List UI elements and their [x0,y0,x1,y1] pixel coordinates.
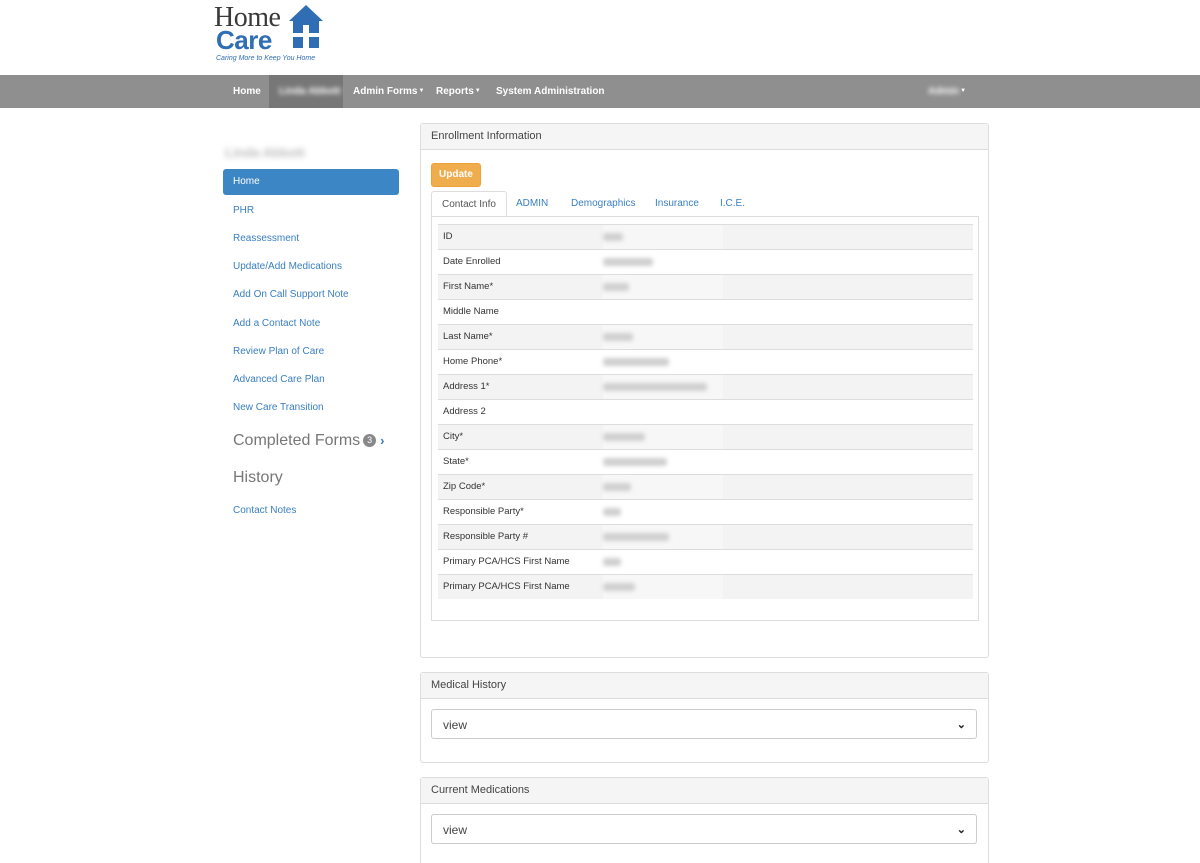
nav-admin-forms-label: Admin Forms [353,86,418,98]
table-row: City* [438,424,973,449]
field-label: Zip Code* [443,481,486,492]
medical-history-select[interactable]: view ⌄ [431,709,977,739]
field-value [603,300,723,324]
brand-logo[interactable]: Home Care Caring More to Keep You Home [214,4,334,66]
sidebar-item-care-transition[interactable]: New Care Transition [223,395,399,421]
current-medications-panel: Current Medications view ⌄ [420,777,989,863]
field-value [603,225,723,249]
sidebar-item-contact-notes[interactable]: Contact Notes [223,498,399,524]
field-value [603,475,723,499]
field-value [603,350,723,374]
sidebar-item-plan-of-care[interactable]: Review Plan of Care [223,339,399,365]
main-navbar: Home Linda Abbott Admin Forms▼ Reports▼ … [0,75,1200,108]
sidebar-item-advanced-care-plan[interactable]: Advanced Care Plan [223,367,399,393]
field-value [603,500,723,524]
field-value [603,250,723,274]
field-label: Address 2 [443,406,486,417]
nav-patient-label: Linda Abbott [279,86,341,97]
field-label: Last Name* [443,331,493,342]
enrollment-tabs: Contact Info ADMIN Demographics Insuranc… [431,191,979,217]
field-label: City* [443,431,464,442]
logo-care-text: Care [216,25,272,55]
sidebar-item-home[interactable]: Home [223,169,399,195]
medical-history-panel: Medical History view ⌄ [420,672,989,763]
caret-down-icon: ▼ [418,88,425,94]
field-label: Middle Name [443,306,499,317]
field-label: ID [443,231,453,242]
current-medications-select-value: view [443,823,468,837]
current-medications-select[interactable]: view ⌄ [431,814,977,844]
table-row: State* [438,449,973,474]
field-value [603,575,723,599]
field-value [603,375,723,399]
field-label: Responsible Party # [443,531,529,542]
nav-system-administration[interactable]: System Administration [486,75,615,108]
field-value [603,325,723,349]
completed-forms-label: Completed Forms [233,432,361,449]
table-row: Primary PCA/HCS First Name [438,549,973,574]
caret-down-icon: ▼ [474,88,481,94]
table-row: Address 1* [438,374,973,399]
field-label: Home Phone* [443,356,503,367]
field-label: Date Enrolled [443,256,501,267]
enrollment-panel: Enrollment Information Update Contact In… [420,123,989,658]
medical-history-title: Medical History [421,673,988,699]
tab-contact-info[interactable]: Contact Info [431,191,507,217]
chevron-right-icon[interactable]: › [380,433,384,448]
table-row: Middle Name [438,299,973,324]
table-row: Zip Code* [438,474,973,499]
table-row: Date Enrolled [438,249,973,274]
nav-user-label: Admin [928,86,960,98]
nav-reports-label: Reports [436,86,474,98]
table-row: Address 2 [438,399,973,424]
field-value [603,425,723,449]
field-label: State* [443,456,469,467]
field-label: First Name* [443,281,494,292]
sidebar-item-contact-note[interactable]: Add a Contact Note [223,311,399,337]
nav-patient[interactable]: Linda Abbott [269,75,343,108]
table-row: Responsible Party* [438,499,973,524]
update-button[interactable]: Update [431,163,481,187]
field-label: Primary PCA/HCS First Name [443,556,570,567]
field-value [603,275,723,299]
field-value [603,525,723,549]
table-row: ID [438,224,973,249]
table-row: First Name* [438,274,973,299]
nav-home[interactable]: Home [223,75,271,108]
nav-user-menu[interactable]: Admin▼ [918,75,976,108]
table-row: Primary PCA/HCS First Name [438,574,973,599]
logo-tagline: Caring More to Keep You Home [216,55,316,62]
tab-admin[interactable]: ADMIN [506,191,558,217]
history-heading: History [233,469,283,486]
field-label: Address 1* [443,381,490,392]
patient-name: Linda Abbott [225,145,305,160]
tab-demographics[interactable]: Demographics [561,191,645,217]
tab-ice[interactable]: I.C.E. [710,191,755,217]
enrollment-panel-title: Enrollment Information [421,124,988,150]
completed-forms-heading[interactable]: Completed Forms 3 › [233,432,385,450]
field-value [603,550,723,574]
sidebar-item-medications[interactable]: Update/Add Medications [223,254,399,280]
tab-insurance[interactable]: Insurance [645,191,709,217]
table-row: Responsible Party # [438,524,973,549]
contact-info-table: ID Date Enrolled First Name* Middle Name… [431,216,979,621]
medical-history-select-value: view [443,718,468,732]
nav-reports[interactable]: Reports▼ [426,75,491,108]
table-row: Last Name* [438,324,973,349]
field-value [603,400,723,424]
caret-down-icon: ▼ [960,88,967,94]
chevron-down-icon: ⌄ [956,824,966,836]
house-icon [289,5,323,48]
sidebar-item-phr[interactable]: PHR [223,198,399,224]
completed-count-badge: 3 [363,434,377,448]
current-medications-title: Current Medications [421,778,988,804]
table-row: Home Phone* [438,349,973,374]
field-value [603,450,723,474]
sidebar-item-reassessment[interactable]: Reassessment [223,226,399,252]
field-label: Responsible Party* [443,506,524,517]
chevron-down-icon: ⌄ [956,719,966,731]
sidebar-item-on-call-note[interactable]: Add On Call Support Note [223,282,399,308]
nav-admin-forms[interactable]: Admin Forms▼ [343,75,434,108]
field-label: Primary PCA/HCS First Name [443,581,570,592]
